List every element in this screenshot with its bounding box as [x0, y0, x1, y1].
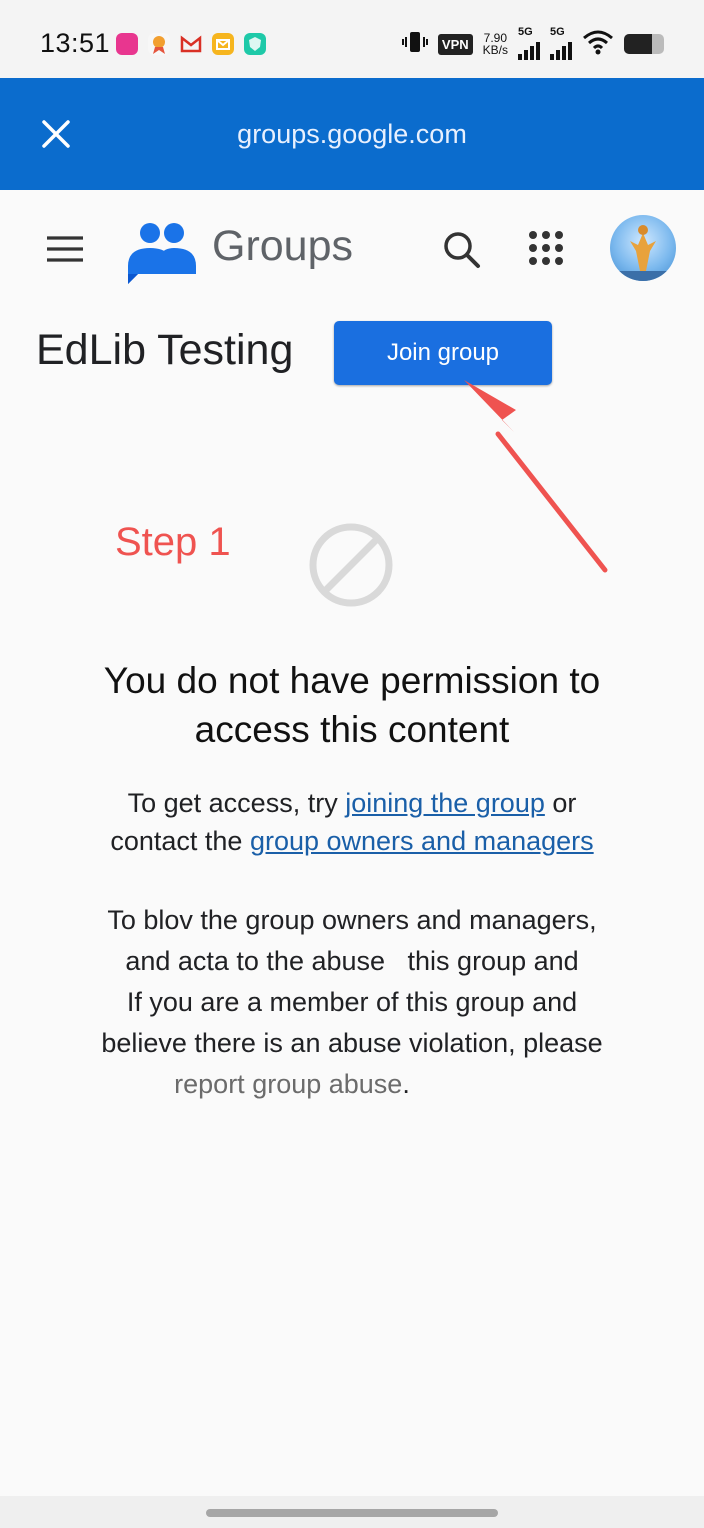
blocked-icon	[306, 520, 396, 610]
avatar-image	[610, 225, 676, 281]
access-mid: or	[544, 788, 577, 818]
permission-title-line-2: access this content	[194, 709, 510, 750]
access-line-2: contact the group owners and managers	[52, 822, 652, 860]
main-menu-button[interactable]	[38, 226, 92, 272]
red-arrow-annotation	[464, 380, 608, 573]
close-icon	[42, 120, 70, 148]
status-indicators: VPN 7.90 KB/s 5G 5G	[401, 26, 664, 60]
wifi-icon	[582, 29, 614, 60]
abuse-line-3: If you are a member of this group and	[126, 987, 578, 1017]
abuse-line-5: report group abuse.	[52, 1064, 652, 1105]
permission-title-line-1: You do not have permission to	[103, 660, 601, 701]
report-suffix: .	[402, 1069, 410, 1099]
signal-icon-1: 5G	[518, 26, 540, 60]
account-avatar[interactable]	[610, 215, 676, 281]
home-indicator[interactable]	[206, 1509, 498, 1517]
vibrate-icon	[401, 29, 428, 60]
shield-app-icon	[244, 33, 266, 55]
abuse-report-text: To blov the group owners and managers, a…	[52, 900, 652, 1105]
battery-icon	[624, 34, 664, 54]
hamburger-menu-icon	[47, 236, 83, 262]
join-group-button[interactable]: Join group	[334, 321, 552, 385]
access-instructions: To get access, try joining the group or …	[52, 784, 652, 860]
status-bar: 13:51 VPN 7.90 KB/s 5G 5G	[0, 0, 704, 78]
mail-app-icon	[212, 33, 234, 55]
video-app-icon	[116, 33, 138, 55]
abuse-line-1: To blov the group owners and managers,	[107, 905, 597, 935]
close-tab-button[interactable]	[30, 108, 82, 160]
access-prefix: To get access, try	[127, 788, 346, 818]
signal-icon-2: 5G	[550, 26, 572, 60]
google-apps-button[interactable]	[522, 224, 570, 272]
apps-grid-icon	[529, 231, 563, 265]
gmail-icon	[180, 33, 202, 55]
contact-prefix: contact the	[110, 826, 250, 856]
network-type-1: 5G	[518, 26, 533, 38]
reward-app-icon	[148, 33, 170, 55]
product-name: Groups	[212, 222, 354, 270]
access-line-1: To get access, try joining the group or	[52, 784, 652, 822]
report-group-abuse-link[interactable]: report group abuse	[174, 1069, 402, 1099]
joining-the-group-link[interactable]: joining the group	[345, 788, 545, 818]
status-time: 13:51	[40, 28, 111, 58]
battery-level	[624, 34, 652, 54]
permission-title: You do not have permission to access thi…	[52, 656, 652, 754]
page-url: groups.google.com	[237, 118, 467, 149]
group-name: EdLib Testing	[36, 326, 294, 374]
search-button[interactable]	[438, 226, 486, 274]
network-speed: 7.90 KB/s	[483, 32, 508, 56]
browser-header: groups.google.com	[0, 78, 704, 190]
abuse-line-2: and acta to the abuse this group and	[125, 946, 579, 976]
vpn-badge: VPN	[437, 33, 473, 55]
network-speed-unit: KB/s	[482, 43, 508, 57]
abuse-line-4: believe there is an abuse violation, ple…	[101, 1028, 603, 1058]
group-owners-link[interactable]: group owners and managers	[250, 826, 594, 856]
search-icon	[444, 232, 480, 268]
network-type-2: 5G	[550, 26, 565, 38]
groups-logo-icon	[128, 218, 196, 284]
step-label: Step 1	[115, 520, 231, 564]
